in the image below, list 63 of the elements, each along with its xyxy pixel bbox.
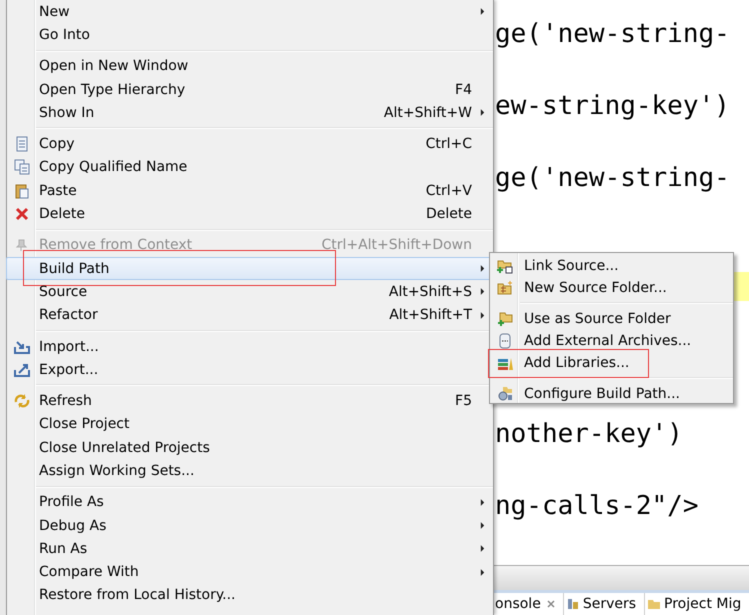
menu-item[interactable]: Add Libraries... — [490, 352, 733, 374]
submenu-arrow-icon — [480, 288, 484, 296]
code-line: nother-key') — [494, 418, 684, 451]
submenu-arrow-icon — [480, 8, 484, 16]
scrollbar[interactable] — [493, 565, 749, 593]
menu-item[interactable]: Restore from Local History... — [6, 584, 491, 608]
current-line-highlight — [733, 272, 749, 301]
menu-item[interactable]: Copy Qualified Name — [6, 156, 491, 180]
export-icon — [14, 362, 30, 378]
menu-item[interactable]: New — [6, 0, 491, 24]
menu-item[interactable]: Copy Ctrl+C — [6, 132, 491, 156]
server-icon — [566, 597, 580, 611]
menu-item[interactable]: Link Source... — [490, 255, 733, 277]
menu-item[interactable]: Assign Working Sets... — [6, 459, 491, 483]
menu-item[interactable]: Compare With — [6, 560, 491, 584]
folder-add-icon — [497, 311, 513, 327]
submenu-arrow-icon — [480, 568, 484, 576]
menu-item[interactable]: Use as Source Folder — [490, 308, 733, 330]
menu-item[interactable]: Show In Alt+Shift+W — [6, 101, 491, 124]
menu-item[interactable]: Configure Build Path... — [490, 383, 733, 405]
clipboard-icon — [14, 182, 30, 199]
submenu-arrow-icon — [480, 109, 484, 116]
close-icon[interactable] — [546, 600, 555, 608]
folder-icon — [647, 597, 662, 611]
submenu-arrow-icon — [480, 545, 484, 552]
menu-item[interactable]: Close Project — [6, 412, 491, 436]
menu-item[interactable]: Profile As — [6, 490, 491, 514]
code-line: ge('new-string- — [494, 162, 731, 195]
folder-link-icon — [497, 258, 513, 274]
menu-item[interactable]: Export... — [6, 358, 491, 382]
menu-item[interactable]: Delete Delete — [6, 202, 491, 226]
documents-icon — [14, 159, 30, 176]
import-icon — [14, 338, 30, 354]
menu-item[interactable]: Import... — [6, 334, 491, 358]
code-line: ew-string-key') — [494, 90, 731, 123]
menu-item[interactable]: Run As — [6, 537, 491, 561]
menu-item[interactable]: Open in New Window — [6, 54, 491, 78]
code-line: ng-calls-2"/> — [494, 490, 700, 523]
menu-item[interactable]: Open Type Hierarchy F4 — [6, 78, 491, 102]
menu-item[interactable]: New Source Folder... — [490, 277, 733, 299]
jar-icon — [497, 333, 513, 349]
document-icon — [14, 136, 30, 152]
refresh-icon — [14, 393, 30, 410]
submenu-arrow-icon — [480, 522, 484, 530]
menu-item[interactable]: Source Alt+Shift+S — [6, 280, 491, 304]
submenu-arrow-icon — [480, 498, 484, 506]
view-tab[interactable]: Project Mig — [645, 593, 749, 615]
menu-item[interactable]: Add External Archives... — [490, 330, 733, 352]
code-line: ge('new-string- — [494, 18, 731, 51]
submenu-arrow-icon — [480, 265, 484, 272]
menu-item[interactable]: Debug As — [6, 514, 491, 538]
menu-item[interactable]: Refresh F5 — [6, 389, 491, 413]
configure-icon — [497, 386, 513, 402]
delete-icon — [14, 206, 30, 222]
pin-icon — [14, 237, 30, 254]
view-tab[interactable]: Servers — [564, 593, 646, 615]
menu-item[interactable]: Paste Ctrl+V — [6, 179, 491, 202]
menu-item[interactable]: Close Unrelated Projects — [6, 436, 491, 460]
submenu-arrow-icon — [480, 312, 484, 319]
menu-item[interactable]: Build Path — [6, 256, 491, 280]
new-folder-icon — [497, 280, 513, 296]
menu-item[interactable]: Refactor Alt+Shift+T — [6, 304, 491, 327]
menu-item[interactable]: Go Into — [6, 23, 491, 47]
